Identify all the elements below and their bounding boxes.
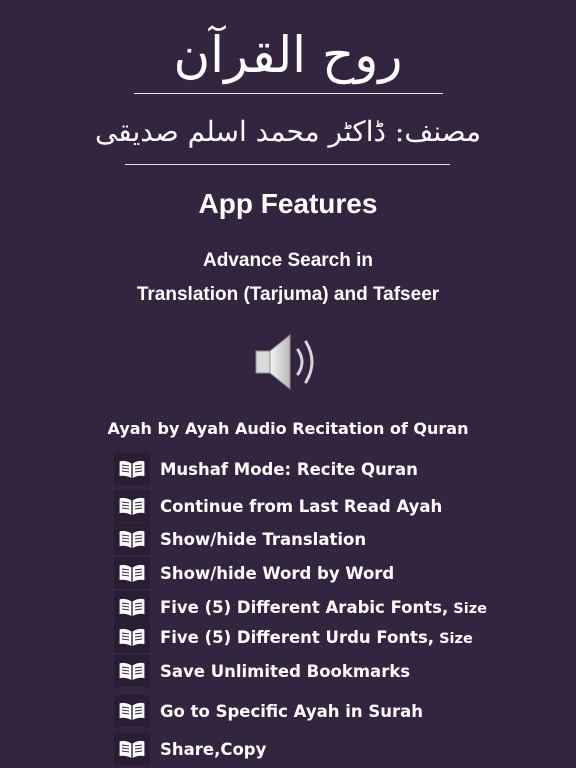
- open-book-icon: [114, 591, 150, 623]
- feature-item-go-to-ayah: Go to Specific Ayah in Surah: [114, 694, 423, 728]
- open-book-icon: [114, 557, 150, 589]
- feature-label: Mushaf Mode: Recite Quran: [160, 459, 418, 479]
- feature-label: Go to Specific Ayah in Surah: [160, 701, 424, 721]
- search-feature-line-1: Advance Search in: [202, 250, 374, 271]
- title-divider: [134, 93, 443, 94]
- open-book-icon: [114, 733, 150, 765]
- author-line-urdu: مصنف: ڈاکٹر محمد اسلم صدیقی: [94, 115, 482, 148]
- app-features-screen: روح القرآن مصنف: ڈاکٹر محمد اسلم صدیقی A…: [0, 0, 576, 768]
- feature-label: Continue from Last Read Ayah: [160, 496, 443, 516]
- feature-label-suffix: Size: [448, 600, 487, 617]
- feature-label: Show/hide Translation: [160, 529, 367, 549]
- feature-item-show-hide-word-by-word: Show/hide Word by Word: [114, 556, 394, 590]
- feature-label: Share,Copy: [160, 739, 267, 759]
- feature-label: Save Unlimited Bookmarks: [160, 661, 411, 681]
- search-feature-line-2: Translation (Tarjuma) and Tafseer: [136, 284, 440, 305]
- open-book-icon: [114, 453, 150, 485]
- feature-label-main: Five (5) Different Urdu Fonts,: [160, 627, 435, 647]
- feature-label: Five (5) Different Arabic Fonts, Size: [160, 598, 487, 617]
- feature-item-continue-reading: Continue from Last Read Ayah: [114, 489, 442, 523]
- features-heading: App Features: [198, 188, 378, 219]
- open-book-icon: [114, 490, 150, 522]
- audio-recitation-caption: Ayah by Ayah Audio Recitation of Quran: [107, 419, 469, 438]
- feature-item-mushaf-mode: Mushaf Mode: Recite Quran: [114, 452, 418, 486]
- feature-item-arabic-fonts: Five (5) Different Arabic Fonts, Size: [114, 590, 487, 624]
- feature-item-bookmarks: Save Unlimited Bookmarks: [114, 654, 410, 688]
- open-book-icon: [114, 621, 150, 653]
- feature-item-show-hide-translation: Show/hide Translation: [114, 522, 366, 556]
- feature-item-share-copy: Share,Copy: [114, 732, 266, 766]
- feature-item-urdu-fonts: Five (5) Different Urdu Fonts, Size: [114, 620, 473, 654]
- author-divider: [125, 164, 450, 165]
- feature-label-main: Five (5) Different Arabic Fonts,: [160, 597, 449, 617]
- feature-label: Five (5) Different Urdu Fonts, Size: [160, 628, 473, 647]
- open-book-icon: [114, 523, 150, 555]
- feature-label: Show/hide Word by Word: [160, 563, 395, 583]
- open-book-icon: [114, 695, 150, 727]
- speaker-volume-icon: [252, 331, 324, 393]
- feature-label-suffix: Size: [434, 630, 473, 647]
- app-title-urdu: روح القرآن: [173, 26, 403, 84]
- open-book-icon: [114, 655, 150, 687]
